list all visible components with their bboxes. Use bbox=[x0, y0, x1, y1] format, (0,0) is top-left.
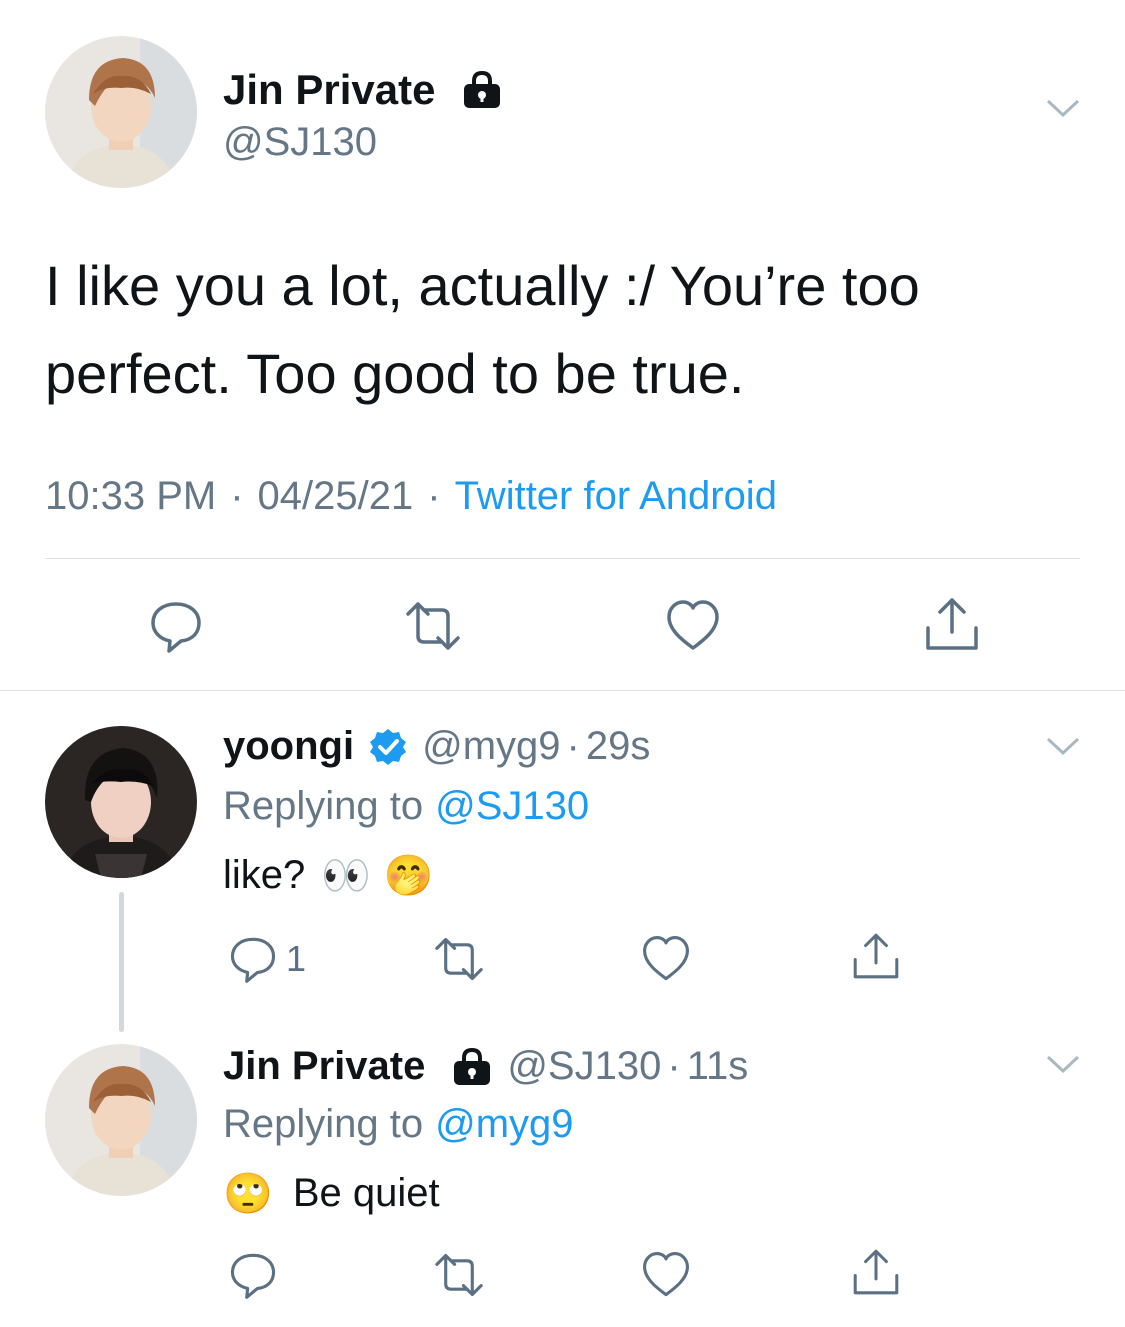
reply-count: 1 bbox=[286, 938, 307, 979]
thread-line bbox=[119, 892, 124, 1032]
handle[interactable]: @SJ130 bbox=[507, 1044, 661, 1089]
like-button[interactable] bbox=[665, 598, 721, 654]
share-button[interactable] bbox=[850, 1246, 902, 1298]
separator: · bbox=[566, 724, 580, 768]
retweet-button[interactable] bbox=[398, 598, 468, 654]
divider bbox=[0, 690, 1125, 691]
replying-to-label: Replying to bbox=[223, 1102, 424, 1146]
tweet-text-line: I like you a lot, actually :/ You’re too bbox=[45, 254, 920, 317]
heart-icon bbox=[667, 600, 719, 650]
reply-button[interactable] bbox=[228, 1250, 278, 1300]
chevron-down-icon[interactable] bbox=[1045, 1052, 1081, 1081]
display-name[interactable]: Jin Private bbox=[223, 66, 435, 114]
handle[interactable]: @SJ130 bbox=[223, 120, 377, 165]
reply-button[interactable]: 1 bbox=[228, 934, 306, 984]
reply-text: like? bbox=[223, 853, 306, 897]
share-button[interactable] bbox=[850, 930, 902, 982]
retweet-button[interactable] bbox=[428, 1250, 490, 1300]
reply-icon bbox=[230, 937, 276, 983]
replying-to-link[interactable]: @SJ130 bbox=[435, 784, 589, 829]
tweet-date: 04/25/21 bbox=[257, 474, 414, 518]
retweet-button[interactable] bbox=[428, 934, 490, 984]
separator: · bbox=[427, 474, 441, 518]
replying-to-link[interactable]: @myg9 bbox=[435, 1102, 573, 1147]
heart-icon bbox=[643, 936, 689, 981]
timestamp: 11s bbox=[686, 1044, 749, 1088]
avatar[interactable] bbox=[45, 726, 197, 878]
handle[interactable]: @myg9 bbox=[422, 724, 560, 769]
reply-icon bbox=[230, 1253, 276, 1299]
lock-icon bbox=[461, 70, 503, 110]
emoji-text: 👀 🤭 bbox=[321, 853, 434, 899]
share-button[interactable] bbox=[922, 594, 982, 654]
heart-icon bbox=[643, 1252, 689, 1297]
tweet-source-link[interactable]: Twitter for Android bbox=[455, 474, 777, 519]
emoji-text: 🙄 bbox=[223, 1171, 273, 1217]
tweet-text-line: perfect. Too good to be true. bbox=[45, 342, 745, 405]
replying-to-label: Replying to bbox=[223, 784, 424, 828]
lock-icon bbox=[451, 1047, 493, 1087]
avatar[interactable] bbox=[45, 36, 197, 188]
retweet-icon bbox=[435, 937, 483, 981]
chevron-down-icon[interactable] bbox=[1045, 96, 1081, 125]
separator: · bbox=[230, 474, 244, 518]
display-name[interactable]: yoongi bbox=[223, 724, 354, 769]
reply-text: Be quiet bbox=[292, 1171, 440, 1215]
like-button[interactable] bbox=[641, 1250, 691, 1300]
share-icon bbox=[926, 598, 978, 650]
divider bbox=[45, 558, 1080, 559]
tweet-time: 10:33 PM bbox=[45, 474, 217, 518]
verified-badge-icon bbox=[368, 727, 408, 767]
retweet-icon bbox=[406, 602, 460, 650]
reply-button[interactable] bbox=[148, 598, 204, 654]
separator: · bbox=[667, 1044, 681, 1088]
share-icon bbox=[853, 933, 899, 979]
chevron-down-icon[interactable] bbox=[1045, 734, 1081, 763]
timestamp: 29s bbox=[585, 724, 651, 768]
display-name[interactable]: Jin Private bbox=[223, 1044, 425, 1089]
reply-icon bbox=[151, 602, 201, 653]
tweet-text: I like you a lot, actually :/ You’re too… bbox=[45, 242, 920, 418]
avatar[interactable] bbox=[45, 1044, 197, 1196]
share-icon bbox=[853, 1249, 899, 1295]
like-button[interactable] bbox=[641, 934, 691, 984]
retweet-icon bbox=[435, 1253, 483, 1297]
